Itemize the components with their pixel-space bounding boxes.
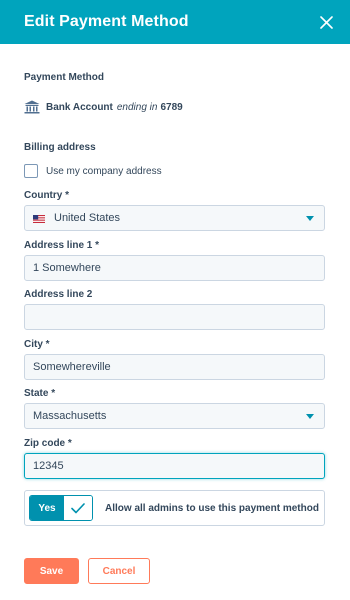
zip-code-label: Zip code * <box>24 438 72 449</box>
state-value: Massachusetts <box>33 410 107 422</box>
city-value: Somewhereville <box>33 361 111 373</box>
address-line-1-input[interactable]: 1 Somewhere <box>24 255 325 281</box>
bank-icon <box>24 100 40 114</box>
admin-permission-text: Allow all admins to use this payment met… <box>105 502 319 514</box>
cancel-button[interactable]: Cancel <box>88 558 150 584</box>
bank-name: Bank Account <box>46 101 113 113</box>
modal-header: Edit Payment Method <box>0 0 350 44</box>
address-line-1-label: Address line 1 * <box>24 240 100 251</box>
address-line-2-label: Address line 2 <box>24 289 93 300</box>
save-button[interactable]: Save <box>24 558 79 584</box>
zip-code-input[interactable]: 12345 <box>24 453 325 479</box>
payment-method-label: Payment Method <box>24 72 105 83</box>
chevron-down-icon <box>306 414 314 419</box>
address-line-1-value: 1 Somewhere <box>33 262 101 274</box>
country-select[interactable]: United States <box>24 205 325 231</box>
toggle-state-label: Yes <box>30 496 64 520</box>
ending-in-text: ending in <box>116 101 158 113</box>
city-label: City * <box>24 339 50 350</box>
us-flag-icon <box>33 214 45 223</box>
country-value: United States <box>54 212 121 224</box>
state-label: State * <box>24 388 56 399</box>
zip-code-value: 12345 <box>33 460 64 472</box>
bank-account-row: Bank Account ending in 6789 <box>24 99 183 115</box>
use-company-address-label: Use my company address <box>46 165 162 177</box>
state-select[interactable]: Massachusetts <box>24 403 325 429</box>
account-last-digits: 6789 <box>160 101 183 113</box>
admin-permission-toggle[interactable]: Yes <box>29 495 93 521</box>
admin-permission-box: Yes Allow all admins to use this payment… <box>24 490 325 526</box>
chevron-down-icon <box>306 216 314 221</box>
use-company-address-row[interactable]: Use my company address <box>24 164 162 178</box>
modal-title: Edit Payment Method <box>24 13 189 30</box>
billing-address-label: Billing address <box>24 142 96 153</box>
city-input[interactable]: Somewhereville <box>24 354 325 380</box>
country-label: Country * <box>24 190 69 201</box>
close-button[interactable] <box>316 12 336 32</box>
address-line-2-input[interactable] <box>24 304 325 330</box>
use-company-address-checkbox[interactable] <box>24 164 38 178</box>
checkmark-icon <box>64 496 92 520</box>
close-icon <box>319 15 333 29</box>
